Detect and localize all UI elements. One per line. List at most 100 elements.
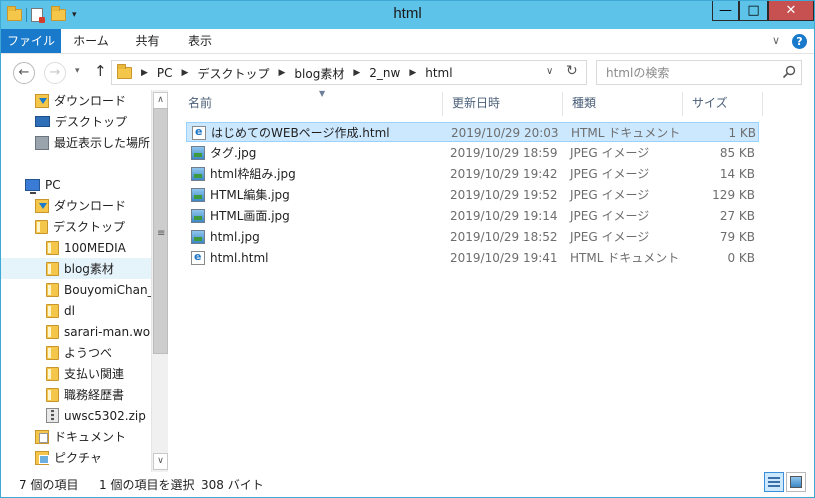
recent-places-icon [35,135,49,150]
breadcrumb-separator-icon[interactable]: ▶ [141,68,148,78]
table-row[interactable]: HTML画面.jpg 2019/10/29 19:14 JPEG イメージ 27… [186,206,759,226]
file-date: 2019/10/29 18:52 [450,230,558,244]
explorer-window: ▾ html — □ ✕ ファイル ホーム 共有 表示 ∨ ? ← → ▾ ↑ … [0,0,815,498]
search-icon[interactable] [782,65,796,79]
nav-item-pc[interactable]: PC [1,174,151,195]
forward-button[interactable]: → [44,62,66,84]
file-name: html.jpg [210,230,260,244]
file-type: JPEG イメージ [570,167,650,181]
navigation-scrollbar[interactable]: ∧ ≡ ∨ [151,90,168,472]
nav-item-label: ピクチャ [54,451,102,465]
breadcrumb-2-nw[interactable]: 2_nw [369,66,400,80]
file-type: JPEG イメージ [570,188,650,202]
tab-view[interactable]: 表示 [177,29,223,53]
nav-item-pc-downloads[interactable]: ダウンロード [1,195,151,216]
nav-item-youtube[interactable]: ようつべ [1,342,151,363]
nav-item-label: BouyomiChan_ [64,282,151,297]
scroll-thumb[interactable]: ≡ [153,108,168,354]
nav-item-pictures[interactable]: ピクチャ [1,447,151,468]
table-row[interactable]: html枠組み.jpg 2019/10/29 19:42 JPEG イメージ 1… [186,164,759,184]
maximize-button[interactable]: □ [739,1,768,21]
breadcrumb-separator-icon[interactable]: ▶ [353,68,360,78]
file-date: 2019/10/29 18:59 [450,146,558,160]
breadcrumb-separator-icon[interactable]: ▶ [278,68,285,78]
image-file-icon [191,146,205,160]
nav-item-label: dl [64,303,75,318]
search-input[interactable] [597,61,777,84]
column-header-type[interactable]: 種類 [563,92,683,116]
nav-item-label: sarari-man.wo [64,324,151,339]
table-row[interactable]: html.jpg 2019/10/29 18:52 JPEG イメージ 79 K… [186,227,759,247]
nav-item-blog[interactable]: blog素材 [1,258,151,279]
breadcrumb-separator-icon[interactable]: ▶ [182,68,189,78]
file-date: 2019/10/29 19:14 [450,209,558,223]
back-button[interactable]: ← [13,62,35,84]
help-icon[interactable]: ? [792,34,807,49]
navigation-bar: ← → ▾ ↑ ▶ PC ▶ デスクトップ ▶ blog素材 ▶ 2_nw ▶ … [1,55,814,89]
tab-home[interactable]: ホーム [66,29,116,53]
image-file-icon [191,209,205,223]
breadcrumb-html[interactable]: html [425,66,452,80]
column-header-size[interactable]: サイズ [683,92,763,116]
refresh-icon[interactable]: ↻ [566,63,578,79]
ribbon-collapse-icon[interactable]: ∨ [772,34,780,47]
up-button[interactable]: ↑ [94,62,107,80]
address-bar[interactable]: ▶ PC ▶ デスクトップ ▶ blog素材 ▶ 2_nw ▶ html ∨ ↻ [111,60,587,85]
scroll-down-button[interactable]: ∨ [153,453,168,470]
desktop-folder-icon [35,219,48,234]
recent-locations-dropdown-icon[interactable]: ▾ [75,66,80,76]
file-size: 14 KB [719,167,755,181]
file-type: HTML ドキュメント [570,251,680,265]
breadcrumb-blog[interactable]: blog素材 [294,65,344,82]
folder-icon [46,366,59,381]
sort-indicator-icon: ▼ [319,89,326,98]
nav-item-downloads[interactable]: ダウンロード [1,90,151,111]
nav-item-100media[interactable]: 100MEDIA [1,237,151,258]
nav-item-dl[interactable]: dl [1,300,151,321]
tab-file[interactable]: ファイル [1,29,61,53]
item-count: 7 個の項目 [19,478,79,492]
folder-icon [46,303,59,318]
file-size: 27 KB [719,209,755,223]
tab-share[interactable]: 共有 [125,29,170,53]
nav-item-documents[interactable]: ドキュメント [1,426,151,447]
column-header-label: 更新日時 [452,96,501,110]
nav-item-pc-desktop[interactable]: デスクトップ [1,216,151,237]
nav-item-bouyomichan[interactable]: BouyomiChan_ [1,279,151,300]
nav-item-payments[interactable]: 支払い関連 [1,363,151,384]
nav-item-sarari-man[interactable]: sarari-man.wo [1,321,151,342]
file-type: JPEG イメージ [570,146,650,160]
large-icons-view-button[interactable] [786,472,806,492]
folder-icon [46,387,59,402]
breadcrumb-separator-icon[interactable]: ▶ [409,68,416,78]
address-dropdown-icon[interactable]: ∨ [546,66,553,77]
scroll-up-button[interactable]: ∧ [153,92,168,109]
table-row[interactable]: タグ.jpg 2019/10/29 18:59 JPEG イメージ 85 KB [186,143,759,163]
table-row[interactable]: はじめてのWEBページ作成.html 2019/10/29 20:03 HTML… [186,122,759,142]
table-row[interactable]: HTML編集.jpg 2019/10/29 19:52 JPEG イメージ 12… [186,185,759,205]
file-date: 2019/10/29 19:41 [450,251,558,265]
folder-icon [46,282,59,297]
close-button[interactable]: ✕ [768,1,814,21]
file-name: html.html [210,251,269,265]
nav-item-recent-places[interactable]: 最近表示した場所 [1,132,151,153]
nav-item-label: 最近表示した場所 [54,136,151,150]
column-header-name[interactable]: ▼ 名前 [179,89,443,116]
table-row[interactable]: html.html 2019/10/29 19:41 HTML ドキュメント 0… [186,248,759,268]
nav-item-label: PC [45,177,61,192]
column-header-label: サイズ [692,96,728,110]
breadcrumb: ▶ PC ▶ デスクトップ ▶ blog素材 ▶ 2_nw ▶ html [117,64,453,82]
nav-item-uwsc-zip[interactable]: uwsc5302.zip [1,405,151,426]
breadcrumb-desktop[interactable]: デスクトップ [197,65,269,82]
large-icons-view-icon [790,476,802,488]
column-header-date[interactable]: 更新日時 [443,92,563,116]
breadcrumb-pc[interactable]: PC [157,66,173,80]
file-name: HTML画面.jpg [210,209,290,223]
search-box [596,60,802,85]
minimize-button[interactable]: — [712,1,739,21]
nav-item-resume[interactable]: 職務経歴書 [1,384,151,405]
file-size: 1 KB [728,126,756,140]
nav-item-desktop[interactable]: デスクトップ [1,111,151,132]
zip-icon [46,408,59,423]
details-view-button[interactable] [764,472,784,492]
